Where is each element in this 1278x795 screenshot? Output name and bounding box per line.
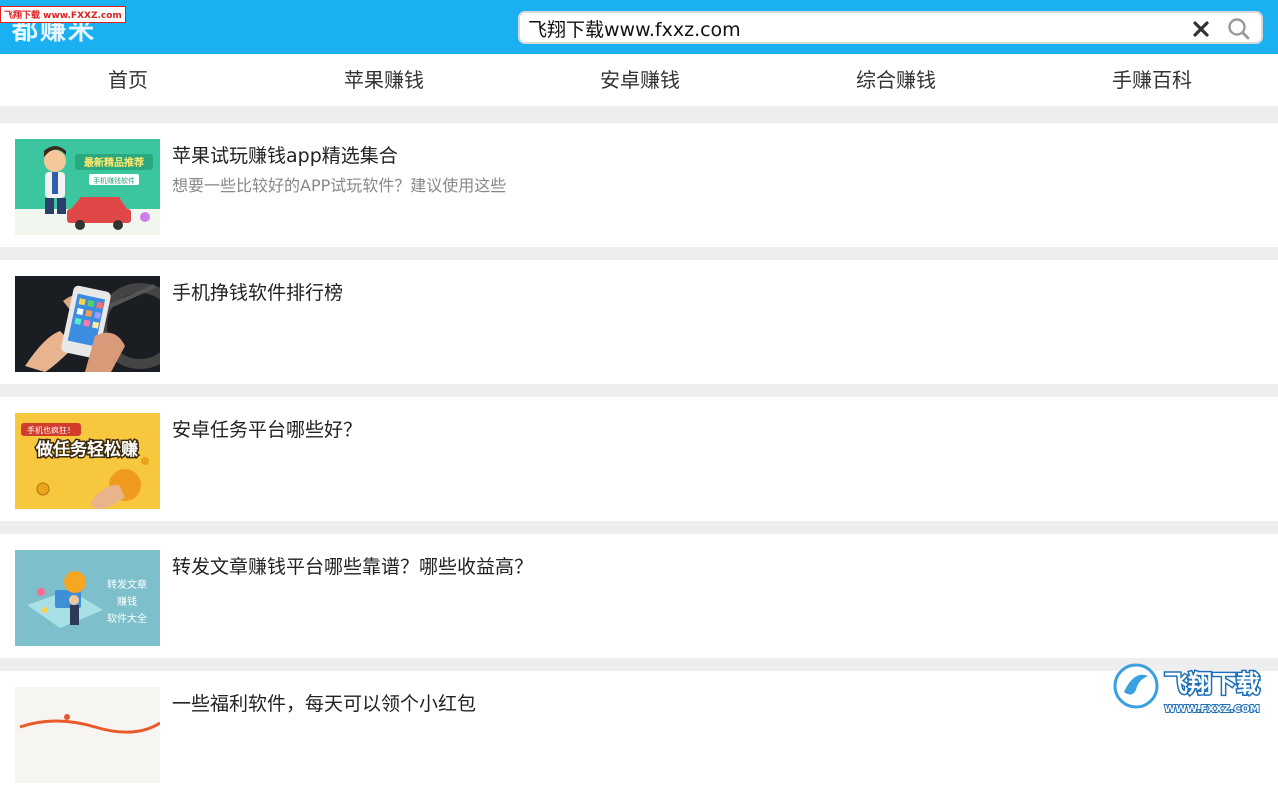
tab-general[interactable]: 综合赚钱 (768, 54, 1024, 106)
article-thumbnail (15, 276, 160, 372)
thumb-tag-text: 手机也疯狂！ (27, 425, 75, 435)
close-icon[interactable] (1190, 18, 1212, 40)
tab-android[interactable]: 安卓赚钱 (512, 54, 768, 106)
article-thumbnail (15, 687, 160, 783)
thumb-line3: 软件大全 (107, 612, 147, 625)
article-title[interactable]: 转发文章赚钱平台哪些靠谱？哪些收益高？ (172, 552, 533, 579)
category-nav: 首页 苹果赚钱 安卓赚钱 综合赚钱 手赚百科 (0, 54, 1278, 106)
watermark-brand: 飞翔下载 (1164, 670, 1260, 698)
watermark-url: WWW.FXXZ.COM (1164, 704, 1259, 715)
article-item[interactable]: 一些福利软件，每天可以领个小红包 (0, 671, 1278, 795)
tab-wiki[interactable]: 手赚百科 (1024, 54, 1278, 106)
tab-apple[interactable]: 苹果赚钱 (256, 54, 512, 106)
article-title[interactable]: 一些福利软件，每天可以领个小红包 (172, 689, 476, 716)
watermark-logo: 飞翔下载 WWW.FXXZ.COM (1113, 663, 1262, 716)
search-input[interactable] (528, 16, 1168, 40)
thumb-line1: 转发文章 (107, 578, 147, 591)
article-desc: 想要一些比较好的APP试玩软件？建议使用这些 (172, 176, 507, 195)
article-thumbnail: 最新精品推荐 手机赚钱软件 (15, 139, 160, 235)
article-title[interactable]: 手机挣钱软件排行榜 (172, 278, 343, 305)
article-thumbnail: 转发文章 赚钱 软件大全 (15, 550, 160, 646)
article-item[interactable]: 手机挣钱软件排行榜 (0, 260, 1278, 384)
search-box[interactable] (518, 11, 1263, 44)
article-title[interactable]: 苹果试玩赚钱app精选集合 (172, 141, 398, 168)
article-title[interactable]: 安卓任务平台哪些好？ (172, 415, 362, 442)
thumb-main-text: 做任务轻松赚 (35, 439, 138, 460)
thumb-line2: 赚钱 (117, 595, 137, 608)
thumb-banner-text: 最新精品推荐 (84, 156, 144, 169)
search-icon[interactable] (1226, 17, 1252, 41)
article-thumbnail: 手机也疯狂！ 做任务轻松赚 (15, 413, 160, 509)
watermark-top: 飞翔下载 www.FXXZ.com (0, 6, 126, 23)
article-item[interactable]: 手机也疯狂！ 做任务轻松赚 安卓任务平台哪些好？ (0, 397, 1278, 521)
article-item[interactable]: 最新精品推荐 手机赚钱软件 苹果试玩赚钱app精选集合 想要一些比较好的APP试… (0, 123, 1278, 247)
article-item[interactable]: 转发文章 赚钱 软件大全 转发文章赚钱平台哪些靠谱？哪些收益高？ (0, 534, 1278, 658)
app-header: 都赚米 飞翔下载 www.FXXZ.com (0, 0, 1278, 54)
thumb-sub-text: 手机赚钱软件 (93, 176, 135, 185)
tab-home[interactable]: 首页 (0, 54, 256, 106)
